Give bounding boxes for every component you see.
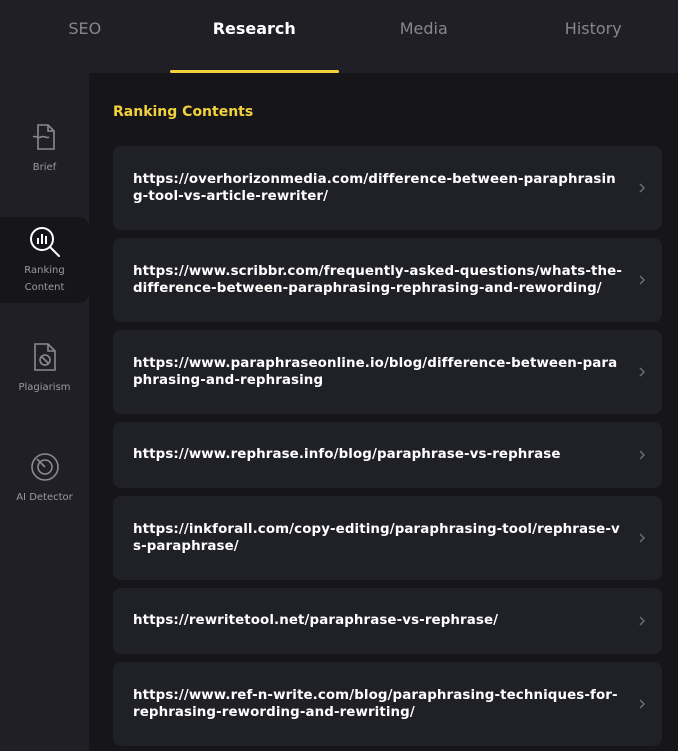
ranking-link-card[interactable]: https://www.paraphraseonline.io/blog/dif… (113, 330, 662, 414)
ranking-link-url: https://rewritetool.net/paraphrase-vs-re… (133, 613, 499, 629)
ranking-content-icon (27, 224, 63, 260)
sidebar-item-label: Brief (32, 162, 57, 173)
ranking-link-url: https://www.ref-n-write.com/blog/paraphr… (133, 687, 618, 721)
plagiarism-icon (30, 341, 60, 373)
sidebar-item-label: Ranking Content (24, 265, 65, 293)
chevron-right-icon (639, 450, 646, 460)
tab-seo[interactable]: SEO (0, 0, 170, 73)
ranking-link-card[interactable]: https://inkforall.com/copy-editing/parap… (113, 496, 662, 580)
sidebar-item-ai-detector[interactable]: AI Detector (0, 451, 89, 506)
chevron-right-icon (639, 616, 646, 626)
tab-media[interactable]: Media (339, 0, 509, 73)
ranking-link-card[interactable]: https://www.ref-n-write.com/blog/paraphr… (113, 662, 662, 746)
ai-detector-icon (29, 451, 61, 483)
ranking-link-card[interactable]: https://www.rephrase.info/blog/paraphras… (113, 422, 662, 488)
ranking-link-card[interactable]: https://overhorizonmedia.com/difference-… (113, 146, 662, 230)
main-panel: Ranking Contents https://overhorizonmedi… (89, 73, 678, 751)
ranking-link-url: https://www.rephrase.info/blog/paraphras… (133, 447, 561, 463)
top-tab-bar: SEO Research Media History (0, 0, 678, 73)
chevron-right-icon (639, 275, 646, 285)
ranking-link-url: https://www.paraphraseonline.io/blog/dif… (133, 355, 618, 389)
chevron-right-icon (639, 183, 646, 193)
ranking-link-url: https://overhorizonmedia.com/difference-… (133, 171, 616, 205)
chevron-right-icon (639, 533, 646, 543)
ranking-link-card[interactable]: https://www.scribbr.com/frequently-asked… (113, 238, 662, 322)
sidebar-item-brief[interactable]: Brief (0, 121, 89, 176)
sidebar-item-label: AI Detector (16, 492, 73, 503)
tab-research[interactable]: Research (169, 0, 340, 73)
ranking-link-url: https://inkforall.com/copy-editing/parap… (133, 521, 620, 555)
chevron-right-icon (639, 367, 646, 377)
tab-history[interactable]: History (509, 0, 678, 73)
sidebar-item-plagiarism[interactable]: Plagiarism (0, 341, 89, 396)
chevron-right-icon (639, 699, 646, 709)
brief-icon (29, 121, 61, 153)
ranking-link-card[interactable]: https://rewritetool.net/paraphrase-vs-re… (113, 588, 662, 654)
sidebar-item-label: Plagiarism (18, 382, 71, 393)
section-title: Ranking Contents (113, 104, 254, 120)
ranking-link-url: https://www.scribbr.com/frequently-asked… (133, 263, 622, 297)
sidebar-item-ranking-content[interactable]: Ranking Content (0, 217, 89, 303)
sidebar: Brief Ranking Content Plagiarism AI Dete… (0, 73, 89, 751)
